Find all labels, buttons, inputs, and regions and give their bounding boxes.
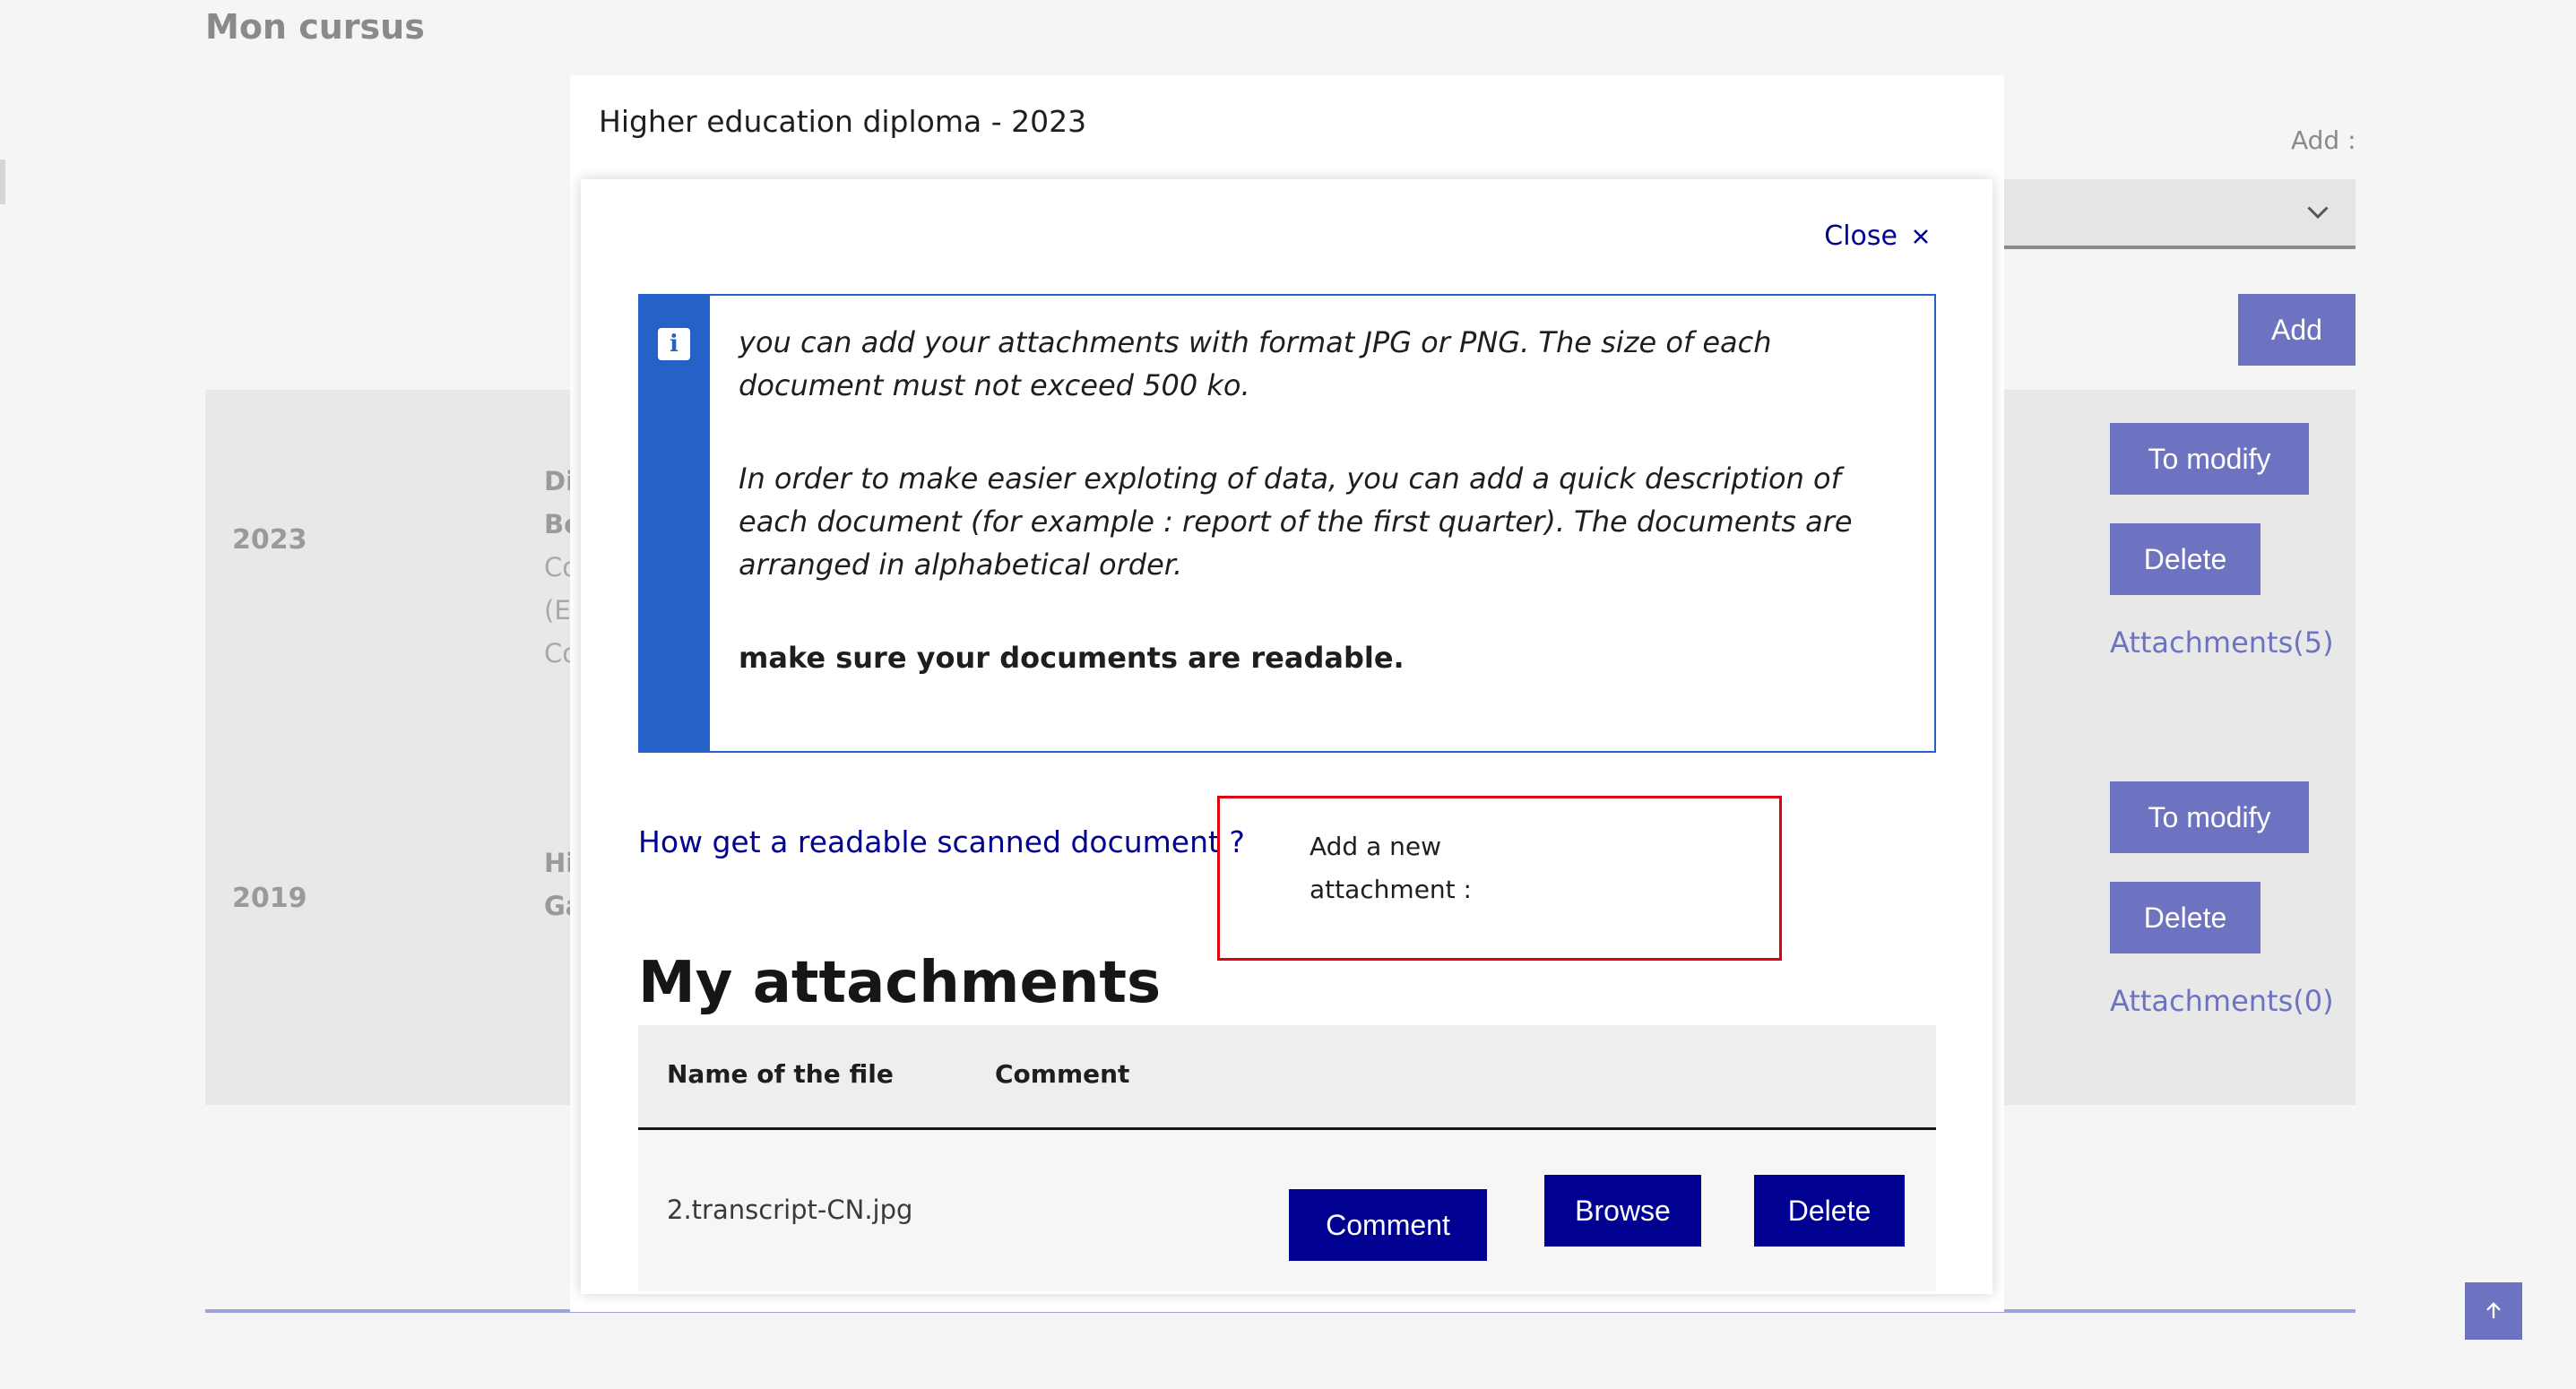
comment-button[interactable]: Comment [1289, 1189, 1487, 1261]
attachments-link[interactable]: Attachments(5) [2110, 625, 2334, 660]
info-notice: i you can add your attachments with form… [638, 294, 1936, 753]
arrow-up-icon [2486, 1302, 2501, 1319]
row-year: 2023 [232, 524, 307, 556]
add-type-select[interactable] [2004, 179, 2356, 249]
modify-button[interactable]: To modify [2110, 423, 2309, 495]
page-title: Mon cursus [205, 7, 425, 47]
attachments-dialog: Close i you can add your attachments wit… [581, 179, 1993, 1294]
close-icon [1914, 229, 1928, 244]
delete-button[interactable]: Delete [2110, 882, 2260, 953]
delete-button[interactable]: Delete [2110, 523, 2260, 595]
add-button[interactable]: Add [2238, 294, 2356, 366]
add-label: Add : [2291, 125, 2356, 155]
column-header-comment: Comment [995, 1059, 1130, 1089]
chevron-down-icon [2307, 206, 2329, 220]
attachments-heading: My attachments [638, 950, 1162, 1016]
notice-description: In order to make easier exploting of dat… [739, 462, 1853, 582]
attachments-link[interactable]: Attachments(0) [2110, 984, 2334, 1018]
close-button[interactable]: Close [1824, 220, 1930, 252]
table-header: Name of the file Comment [638, 1025, 1936, 1130]
scan-help-link[interactable]: How get a readable scanned document ? [638, 824, 1245, 859]
row-year: 2019 [232, 883, 307, 914]
modal-title: Higher education diploma - 2023 [599, 104, 1087, 139]
delete-attachment-button[interactable]: Delete [1754, 1175, 1905, 1247]
close-label: Close [1824, 220, 1897, 252]
notice-format: you can add your attachments with format… [739, 325, 1772, 402]
scroll-to-top-button[interactable] [2465, 1282, 2522, 1340]
new-attachment-field[interactable]: Add a new attachment : [1217, 796, 1782, 961]
notice-readable: make sure your documents are readable. [739, 641, 1405, 675]
modify-button[interactable]: To modify [2110, 781, 2309, 853]
info-icon: i [658, 328, 690, 360]
file-name: 2.transcript-CN.jpg [667, 1195, 913, 1225]
notice-bar [640, 296, 710, 751]
column-header-name: Name of the file [667, 1059, 894, 1089]
side-tab[interactable] [0, 160, 5, 204]
new-attachment-label: Add a new attachment : [1310, 832, 1472, 904]
attachments-table: Name of the file Comment 2.transcript-CN… [638, 1025, 1936, 1291]
browse-button[interactable]: Browse [1544, 1175, 1701, 1247]
table-row: 2.transcript-CN.jpg Comment Browse Delet… [638, 1130, 1936, 1291]
